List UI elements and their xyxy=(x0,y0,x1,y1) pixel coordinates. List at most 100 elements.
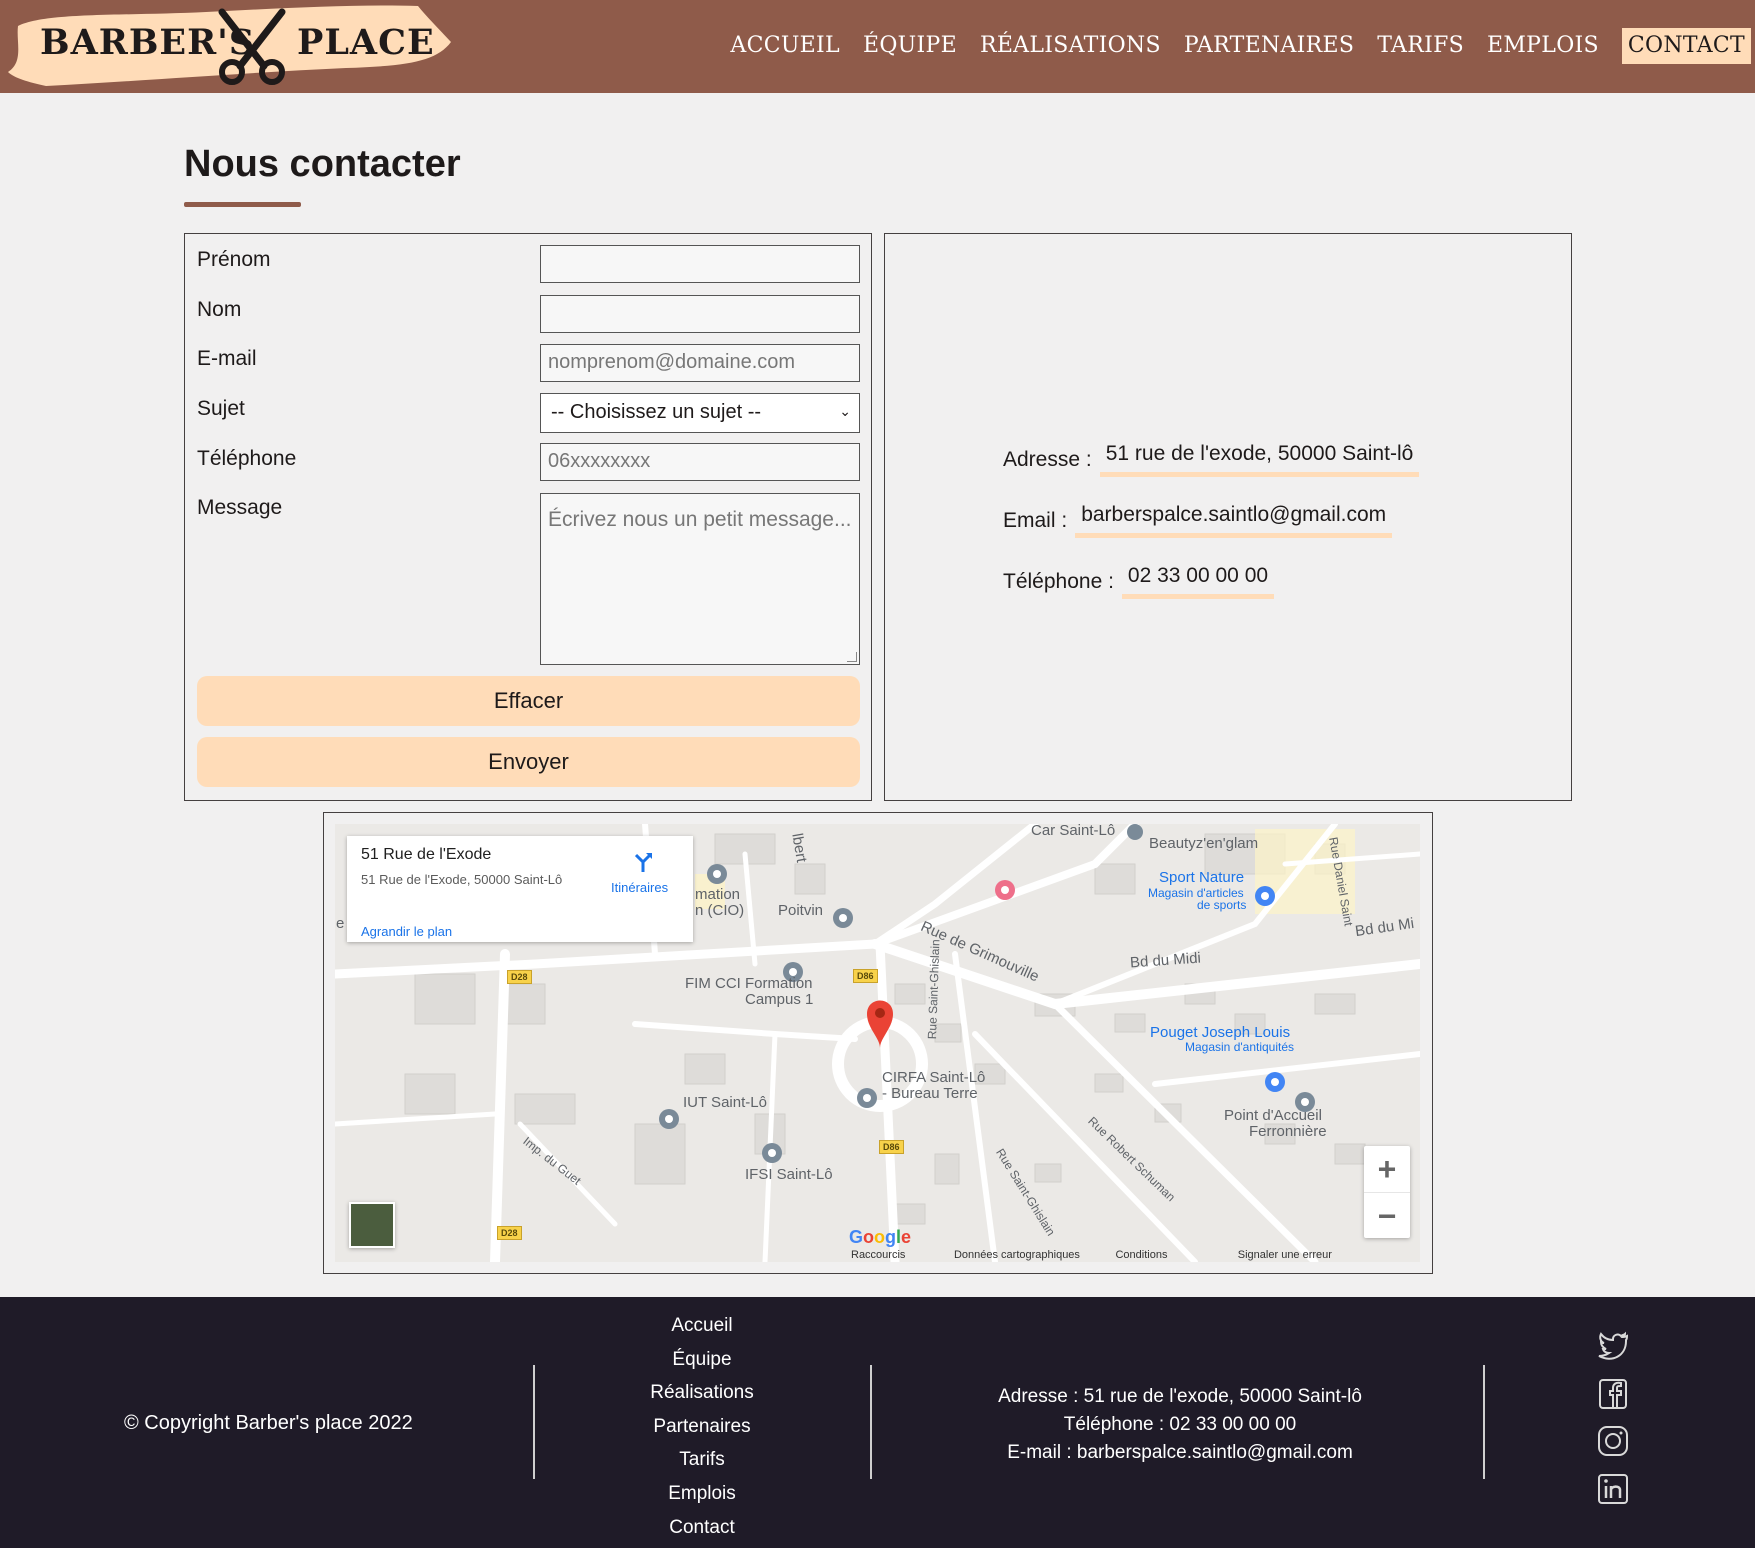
footer-link-contact[interactable]: Contact xyxy=(534,1511,870,1545)
info-email: Email : barberspalce.saintlo@gmail.com xyxy=(1003,503,1393,538)
contact-info-panel: Adresse : 51 rue de l'exode, 50000 Saint… xyxy=(884,233,1572,801)
nav-tarifs[interactable]: TARIFS xyxy=(1377,28,1464,64)
email-label: E-mail xyxy=(197,347,257,370)
info-email-label: Email : xyxy=(1003,508,1068,532)
phone-input[interactable]: 06xxxxxxxx xyxy=(540,443,860,481)
site-footer: © Copyright Barber's place 2022 Accueil … xyxy=(0,1297,1755,1548)
info-address-value: 51 rue de l'exode, 50000 Saint-lô xyxy=(1099,442,1420,477)
nav-emplois[interactable]: EMPLOIS xyxy=(1487,28,1599,64)
scissors-icon xyxy=(218,8,286,85)
map-frame: Car Saint-Lô Beautyz'en'glam Sport Natur… xyxy=(323,812,1433,1274)
message-textarea[interactable]: Écrivez nous un petit message... xyxy=(540,493,860,665)
footer-link-emplois[interactable]: Emplois xyxy=(534,1477,870,1511)
resize-handle-icon[interactable] xyxy=(847,652,857,662)
footer-link-partenaires[interactable]: Partenaires xyxy=(534,1410,870,1444)
copyright-text: © Copyright Barber's place 2022 xyxy=(124,1412,413,1434)
terms-link[interactable]: Conditions d'utilisation xyxy=(1115,1249,1221,1262)
map-label-e: e xyxy=(336,915,345,932)
map-card-title: 51 Rue de l'Exode xyxy=(361,846,492,863)
map-data-text: Données cartographiques ©20 xyxy=(953,1249,1080,1262)
map-label-ifsi: IFSI Saint-Lô xyxy=(745,1166,833,1183)
main-nav: ACCUEIL ÉQUIPE RÉALISATIONS PARTENAIRES … xyxy=(707,28,1751,64)
map-label-sport-nature-sub2: de sports xyxy=(1197,898,1247,912)
submit-button[interactable]: Envoyer xyxy=(197,737,860,787)
map-label-point1: Point d'Accueil xyxy=(1224,1107,1322,1124)
email-input[interactable]: nomprenom@domaine.com xyxy=(540,344,860,382)
facebook-icon[interactable] xyxy=(1596,1377,1630,1411)
map-label-car: Car Saint-Lô xyxy=(1031,824,1116,839)
road-shield-d86a: D86 xyxy=(853,969,878,983)
info-phone: Téléphone : 02 33 00 00 00 xyxy=(1003,564,1275,599)
footer-link-equipe[interactable]: Équipe xyxy=(534,1343,870,1377)
map-label-pouget-sub: Magasin d'antiquités xyxy=(1185,1040,1295,1054)
keyboard-shortcuts-link[interactable]: Raccourcis clavier xyxy=(851,1249,938,1262)
map-label-poitvin: Poitvin xyxy=(778,902,824,919)
lastname-input[interactable] xyxy=(540,295,860,333)
lastname-label: Nom xyxy=(197,298,242,321)
enlarge-map-link[interactable]: Agrandir le plan xyxy=(361,924,452,939)
footer-nav: Accueil Équipe Réalisations Partenaires … xyxy=(534,1309,870,1544)
map-card-address: 51 Rue de l'Exode, 50000 Saint-Lô xyxy=(361,872,563,887)
footer-divider xyxy=(870,1365,872,1479)
footer-address: Adresse : 51 rue de l'exode, 50000 Saint… xyxy=(998,1386,1362,1407)
subject-select[interactable]: -- Choisissez un sujet -- ⌄ xyxy=(540,393,860,433)
info-address: Adresse : 51 rue de l'exode, 50000 Saint… xyxy=(1003,442,1420,477)
info-email-value[interactable]: barberspalce.saintlo@gmail.com xyxy=(1075,503,1393,538)
footer-link-tarifs[interactable]: Tarifs xyxy=(534,1443,870,1477)
directions-icon[interactable] xyxy=(631,850,655,874)
map-label-cirfa1: CIRFA Saint-Lô xyxy=(882,1069,986,1086)
footer-divider xyxy=(1483,1365,1485,1479)
map-attribution: Raccourcis clavier Données cartographiqu… xyxy=(851,1249,1420,1262)
map-label-cio1: mation xyxy=(695,886,741,903)
map-label-cirfa2: - Bureau Terre xyxy=(882,1085,978,1102)
footer-contact: Adresse : 51 rue de l'exode, 50000 Saint… xyxy=(900,1383,1460,1467)
map-label-pouget: Pouget Joseph Louis xyxy=(1150,1024,1291,1041)
road-shield-d86b: D86 xyxy=(879,1140,904,1154)
nav-contact[interactable]: CONTACT xyxy=(1621,28,1751,64)
chevron-down-icon: ⌄ xyxy=(839,403,851,419)
nav-accueil[interactable]: ACCUEIL xyxy=(730,28,840,64)
directions-link[interactable]: Itinéraires xyxy=(611,880,668,895)
footer-phone: Téléphone : 02 33 00 00 00 xyxy=(1063,1414,1297,1435)
info-phone-label: Téléphone : xyxy=(1003,569,1114,593)
title-underline xyxy=(184,202,301,207)
zoom-in-button[interactable]: + xyxy=(1364,1146,1410,1192)
road-shield-d28b: D28 xyxy=(497,1226,522,1240)
phone-label: Téléphone xyxy=(197,447,297,470)
info-phone-value[interactable]: 02 33 00 00 00 xyxy=(1121,564,1275,599)
footer-email: E-mail : barberspalce.saintlo@gmail.com xyxy=(1007,1442,1353,1463)
road-shield-d28a: D28 xyxy=(507,970,532,984)
map-label-iut: IUT Saint-Lô xyxy=(683,1094,767,1111)
nav-partenaires[interactable]: PARTENAIRES xyxy=(1184,28,1354,64)
satellite-toggle-button[interactable] xyxy=(349,1202,395,1248)
linkedin-icon[interactable] xyxy=(1596,1472,1630,1506)
twitter-icon[interactable] xyxy=(1596,1329,1630,1363)
message-placeholder: Écrivez nous un petit message... xyxy=(548,508,852,531)
map-label-sport-nature: Sport Nature xyxy=(1159,869,1245,886)
info-address-label: Adresse : xyxy=(1003,447,1092,471)
nav-equipe[interactable]: ÉQUIPE xyxy=(863,28,957,64)
map-label-fim2: Campus 1 xyxy=(745,991,814,1008)
footer-link-accueil[interactable]: Accueil xyxy=(534,1309,870,1343)
map-label-beautyz: Beautyz'en'glam xyxy=(1149,835,1259,852)
brand-name-right: PLACE xyxy=(297,22,435,63)
nav-realisations[interactable]: RÉALISATIONS xyxy=(980,28,1161,64)
map-zoom-controls: + − xyxy=(1364,1146,1410,1238)
firstname-input[interactable] xyxy=(540,245,860,283)
footer-link-realisations[interactable]: Réalisations xyxy=(534,1376,870,1410)
contact-form: Prénom Nom E-mail nomprenom@domaine.com … xyxy=(184,233,872,801)
message-label: Message xyxy=(197,496,283,519)
subject-label: Sujet xyxy=(197,397,245,420)
brand-logo[interactable]: BARBER'S PLACE xyxy=(6,2,451,86)
zoom-out-button[interactable]: − xyxy=(1364,1192,1410,1238)
map-label-cio2: n (CIO) xyxy=(695,902,745,919)
firstname-label: Prénom xyxy=(197,248,271,271)
map-label-fim1: FIM CCI Formation xyxy=(685,975,813,992)
report-error-link[interactable]: Signaler une erreur cartographique xyxy=(1238,1249,1404,1262)
subject-selected: -- Choisissez un sujet -- xyxy=(551,401,762,423)
reset-button[interactable]: Effacer xyxy=(197,676,860,726)
map-info-card: 51 Rue de l'Exode 51 Rue de l'Exode, 500… xyxy=(347,836,693,942)
embedded-map[interactable]: Car Saint-Lô Beautyz'en'glam Sport Natur… xyxy=(335,824,1420,1262)
site-header: BARBER'S PLACE ACCUEIL ÉQUIPE RÉALISATIO… xyxy=(0,0,1755,93)
instagram-icon[interactable] xyxy=(1596,1424,1630,1458)
